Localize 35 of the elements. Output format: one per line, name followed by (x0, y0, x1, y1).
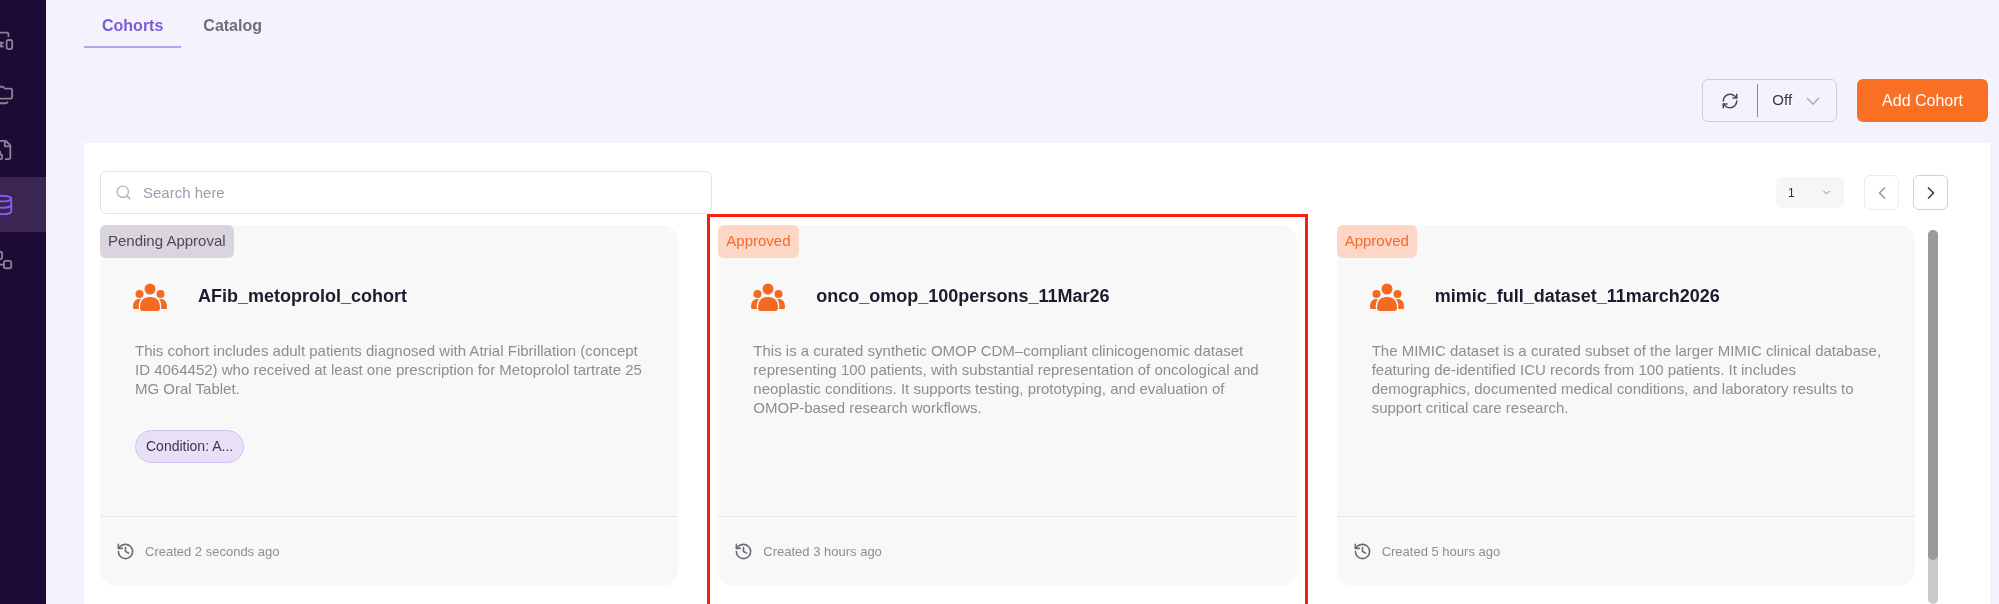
cohort-card[interactable] (718, 225, 1297, 586)
group-icon (1368, 282, 1405, 311)
history-icon (1352, 542, 1372, 561)
created-time: Created 3 hours ago (763, 542, 882, 561)
cohort-description: The MIMIC dataset is a curated subset of the larger MIMIC clinical database, featuring de-identified ICU records from 100 patients. It includes demographics, documented medical conditions, and laboratory results to support critical care research. (1370, 340, 1883, 417)
condition-tag: Condition: A... (135, 429, 245, 463)
status-badge: Approved (718, 225, 799, 258)
history-icon (116, 542, 135, 561)
history-icon (734, 542, 754, 561)
tab[interactable]: Cohorts (84, 10, 182, 48)
group-icon (750, 282, 787, 311)
cohort-description: This cohort includes adult patients diagnosed with Atrial Fibrillation (concept ID 4064452) who received at least one prescription for Metoprolol tartrate 25 MG Oral Tablet. (134, 340, 643, 398)
next-page-button[interactable] (1913, 175, 1948, 210)
refresh-value: Off (1771, 90, 1794, 111)
auto-refresh-select[interactable]: Off (1702, 79, 1838, 122)
scrollbar[interactable] (1928, 230, 1938, 604)
search-icon (115, 184, 132, 201)
status-badge: Approved (1336, 225, 1417, 258)
created-time: Created 5 hours ago (1381, 542, 1501, 561)
page-select[interactable]: 1 (1776, 177, 1844, 208)
cohort-title: onco_omop_100persons_11Mar26 (816, 285, 1110, 308)
search-field[interactable]: Search here (100, 171, 712, 214)
cohort-title: mimic_full_dataset_11march2026 (1434, 285, 1720, 308)
cohort-title: AFib_metoprolol_cohort (198, 285, 407, 308)
cohort-card[interactable] (100, 225, 679, 586)
cohort-description: This is a curated synthetic OMOP CDM–compliant clinicogenomic dataset representing 100 patients, with substantial representation of oncological and neoplastic conditions. It supports testing, prototyping, and evaluation of OMOP-based research workflows. (752, 340, 1260, 417)
sidebar-item[interactable] (0, 177, 46, 232)
refresh-icon (1721, 91, 1740, 110)
created-time: Created 2 seconds ago (145, 542, 280, 561)
cohort-card[interactable] (1336, 225, 1915, 586)
add-cohort-button[interactable]: Add Cohort (1857, 79, 1988, 122)
status-badge: Pending Approval (100, 225, 234, 258)
chevron-down-icon (1806, 96, 1821, 105)
group-icon (132, 282, 168, 311)
tab[interactable]: Catalog (185, 10, 280, 48)
